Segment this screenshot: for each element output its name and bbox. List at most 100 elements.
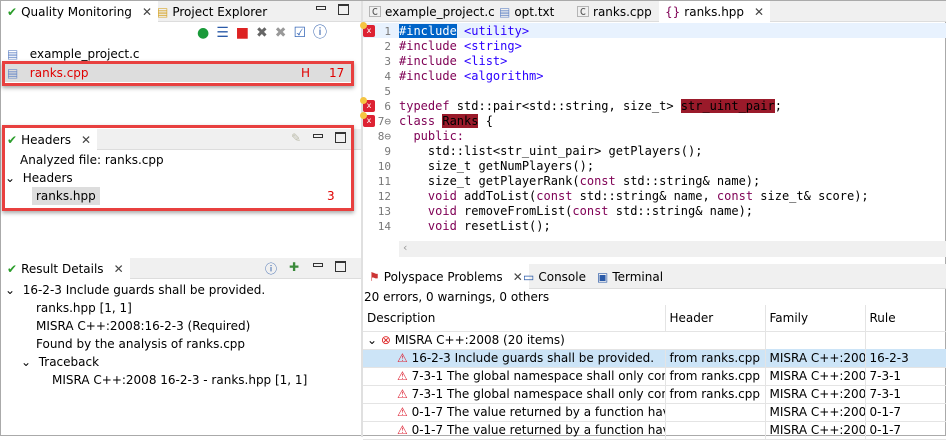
editor-tab[interactable]: 🄲example_project.c [363,1,501,22]
code-token: addToList( [456,189,537,203]
tab-project-explorer[interactable]: ▤ Project Explorer [151,1,273,22]
problems-summary: 20 errors, 0 warnings, 0 others [364,290,550,304]
tab-terminal[interactable]: ▣ Terminal [591,264,669,289]
result-rule: MISRA C++:2008:16-2-3 (Required) [36,319,251,333]
polyspace-icon: ⚑ [369,269,380,284]
column-description[interactable]: Description [363,305,666,332]
tab-label: ranks.cpp [593,4,652,19]
code-token: std::string& name); [608,204,754,218]
group-row[interactable]: ⌄ ⊗ MISRA C++:2008 (20 items) [363,331,946,350]
help-icon[interactable]: ⓘ [265,260,277,277]
minimize-button[interactable] [313,263,323,267]
tab-label: ranks.hpp [684,4,745,19]
stop-icon[interactable]: ■ [236,25,249,41]
result-item[interactable]: ⌄ 16-2-3 Include guards shall be provide… [5,281,265,299]
column-family[interactable]: Family [765,305,866,332]
code-token: Ranks [442,114,479,128]
delete-icon[interactable]: ✖ [256,25,268,41]
tab-label: Project Explorer [172,4,268,19]
cell-text: from ranks.cpp [669,369,760,383]
code-token: std::string& name); [615,174,761,188]
run-icon[interactable]: ● [197,25,209,41]
code-token: size_t& score); [753,189,869,203]
table-row[interactable]: ⚠ 7-3-1 The global namespace shall only … [363,385,946,404]
quality-monitoring-tabbar: ✔ Quality Monitoring ✕ ▤ Project Explorer [1,1,361,22]
editor-tab-active[interactable]: {} ranks.hpp ✕ [659,1,771,22]
file-icon: ▤ [7,47,19,61]
code-token: resetList(); [456,219,551,233]
result-title: 16-2-3 Include guards shall be provided. [22,283,266,297]
table-row[interactable]: ⚠ 16-2-3 Include guards shall be provide… [363,349,946,368]
code-token: <list> [464,54,508,68]
cell-text: MISRA C++:2008 [769,387,865,401]
code-token: <utility> [464,24,530,38]
delete-all-icon[interactable]: ✖ [275,25,287,41]
traceback-group[interactable]: ⌄ Traceback [21,353,99,371]
cell-text: 16-2-3 Include guards shall be provided. [411,351,655,365]
editor-tab[interactable]: ▤ opt.txt [493,1,560,22]
tab-polyspace-problems[interactable]: ⚑ Polyspace Problems ✕ [363,264,529,289]
problem-marker-icon[interactable]: x [360,22,375,37]
code-line: void resetList(); [399,219,551,234]
horizontal-scrollbar[interactable]: ‹ [399,241,946,257]
code-token: typedef [399,99,450,113]
code-line: #include <string> [399,39,522,54]
violation-icon: ⚠ [397,387,412,401]
cell-text: MISRA C++:2008 [769,423,865,437]
help-icon[interactable]: ⓘ [313,25,327,41]
code-token: const [536,189,573,203]
traceback-item[interactable]: MISRA C++:2008 16-2-3 - ranks.hpp [1, 1] [52,371,307,389]
line-number: 14 [377,220,391,233]
highlight-box [2,61,354,86]
table-cell: from ranks.cpp [665,385,766,404]
problem-marker-icon[interactable]: x [360,97,375,112]
code-token: public: [399,129,465,143]
column-header[interactable]: Header [665,305,766,332]
table-cell: 16-2-3 [865,349,946,368]
list-icon[interactable]: ☰ [216,25,229,41]
pin-icon[interactable]: ✚ [289,260,299,274]
code-line: public: [399,129,464,144]
cell-text: 0-1-7 [869,423,902,437]
traceback-label: Traceback [38,355,100,369]
code-line: size_t getNumPlayers(); [399,159,594,174]
tab-label: Result Details [21,261,104,276]
close-icon[interactable]: ✕ [754,5,764,19]
tab-result-details[interactable]: ✔ Result Details ✕ [1,258,130,279]
table-row[interactable]: ⚠ 0-1-7 The value returned by a function… [363,403,946,422]
cell-text: MISRA C++:2008 [769,369,865,383]
cell-text: 7-3-1 [869,369,902,383]
tab-label: example_project.c [385,4,495,19]
cell-text: MISRA C++:2008 [769,405,865,419]
code-token: { [478,114,493,128]
tab-console[interactable]: ▭ Console [517,264,592,289]
tab-quality-monitoring[interactable]: ✔ Quality Monitoring ✕ [1,1,158,22]
code-line: class Ranks { [399,114,493,129]
maximize-button[interactable] [335,261,346,272]
minimize-button[interactable] [316,6,326,10]
line-number: 7⊖ [377,115,391,128]
maximize-button[interactable] [338,4,349,15]
column-rule[interactable]: Rule [865,305,946,332]
line-number: 5 [384,85,391,98]
close-icon[interactable]: ✕ [114,262,124,276]
table-row[interactable]: ⚠ 0-1-7 The value returned by a function… [363,421,946,440]
problem-marker-icon[interactable]: x [360,112,375,127]
tab-label: Terminal [612,269,664,284]
table-cell: 7-3-1 [865,367,946,386]
line-number: 11 [377,175,391,188]
table-cell: MISRA C++:2008 [765,367,866,386]
c-file-icon: 🄲 [577,5,590,19]
table-row[interactable]: ⚠ 7-3-1 The global namespace shall only … [363,367,946,386]
clipboard-check-icon[interactable]: ☑ [293,25,306,41]
result-location[interactable]: ranks.hpp [1, 1] [36,299,132,317]
code-token: std::string& name, [572,189,717,203]
toolbar: ● ☰ ■ ✖ ✖ ☑ ⓘ [197,25,327,41]
cell-text: 7-3-1 The global namespace shall only co… [411,387,665,401]
problems-table: Description Header Family Rule ⌄ ⊗ MISRA… [363,305,946,440]
code-token: #include [399,39,457,53]
editor-tab[interactable]: 🄲ranks.cpp [571,1,658,22]
